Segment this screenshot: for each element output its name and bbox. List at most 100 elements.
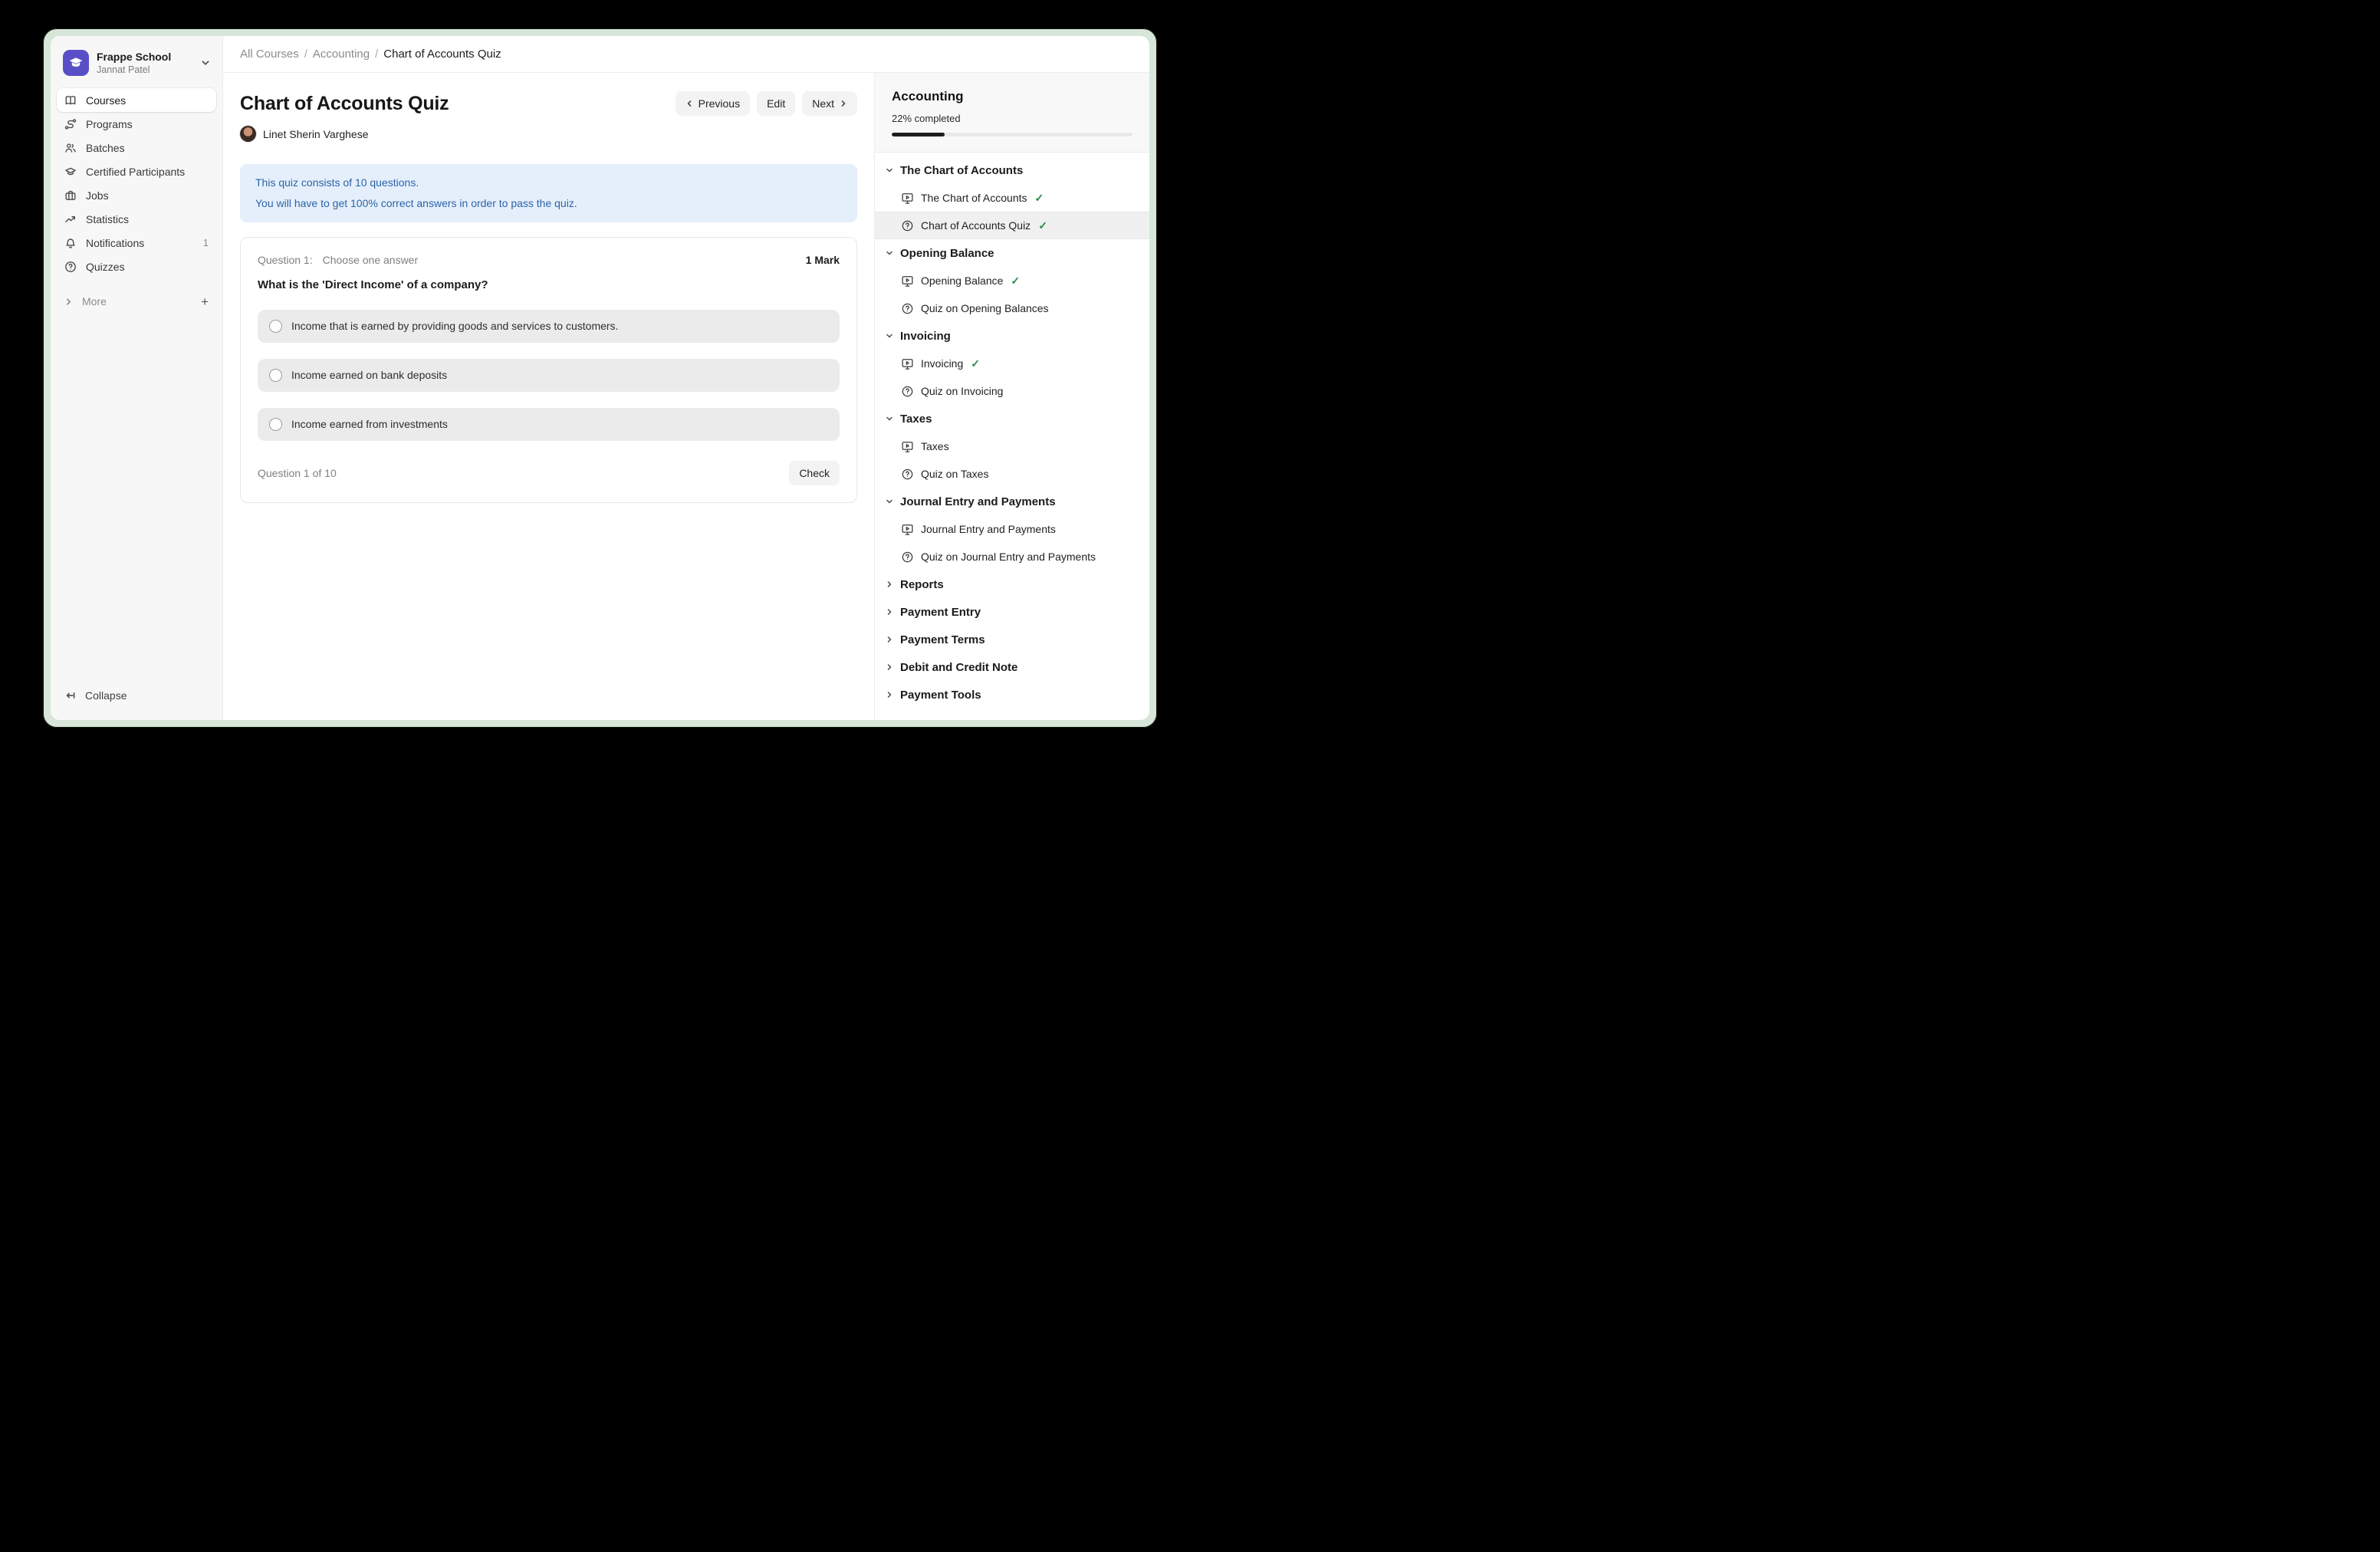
sidebar-item-label: Programs [86,118,133,130]
option-row[interactable]: Income that is earned by providing goods… [258,310,840,343]
sidebar-more[interactable]: More + [57,289,216,314]
option-label: Income that is earned by providing goods… [291,320,618,332]
quiz-notice-banner: This quiz consists of 10 questions. You … [240,164,857,222]
section-label: The Chart of Accounts [900,164,1023,177]
chevron-down-icon [201,58,210,67]
sidebar-item-courses[interactable]: Courses [57,88,216,112]
outline-item-quiz[interactable]: Quiz on Journal Entry and Payments [875,543,1149,570]
outline-item-quiz[interactable]: Quiz on Taxes [875,460,1149,488]
lesson-icon [901,275,914,288]
sidebar-item-batches[interactable]: Batches [57,136,216,159]
outline-item-lesson[interactable]: The Chart of Accounts ✓ [875,184,1149,212]
plus-icon[interactable]: + [201,295,209,308]
users-icon [64,142,77,154]
outline-section-chart-of-accounts[interactable]: The Chart of Accounts [875,156,1149,184]
sidebar-item-notifications[interactable]: Notifications 1 [57,231,216,255]
next-button[interactable]: Next [802,91,857,116]
help-circle-icon [64,261,77,273]
breadcrumb-separator: / [375,48,378,61]
outline-section-payment-entry[interactable]: Payment Entry [875,598,1149,626]
chevron-right-icon [840,100,847,107]
option-row[interactable]: Income earned on bank deposits [258,359,840,392]
quiz-icon [901,302,914,315]
section-label: Payment Terms [900,633,985,646]
breadcrumb-accounting[interactable]: Accounting [313,48,370,61]
notification-count-badge: 1 [203,237,209,248]
lesson-icon [901,192,914,205]
sidebar-item-jobs[interactable]: Jobs [57,183,216,207]
chevron-left-icon [685,100,693,107]
chevron-right-icon [886,663,893,671]
chevron-down-icon [886,332,893,340]
collapse-sidebar-button[interactable]: Collapse [57,683,216,708]
outline-section-taxes[interactable]: Taxes [875,405,1149,432]
course-title: Accounting [892,89,1132,104]
outline-item-quiz[interactable]: Quiz on Invoicing [875,377,1149,405]
avatar [240,126,256,142]
sidebar-item-quizzes[interactable]: Quizzes [57,255,216,278]
check-icon: ✓ [1038,219,1047,232]
breadcrumb-all-courses[interactable]: All Courses [240,48,299,61]
outline-section-payment-terms[interactable]: Payment Terms [875,626,1149,653]
route-icon [64,118,77,130]
outline-item-lesson[interactable]: Taxes [875,432,1149,460]
outline-tree: The Chart of Accounts The Chart of Accou… [875,153,1149,716]
trending-up-icon [64,213,77,225]
edit-button[interactable]: Edit [757,91,795,116]
user-name: Jannat Patel [97,64,193,75]
sidebar-item-label: Batches [86,142,125,154]
next-label: Next [812,97,834,110]
radio-icon[interactable] [269,418,282,431]
outline-section-debit-credit-note[interactable]: Debit and Credit Note [875,653,1149,681]
outline-item-lesson[interactable]: Invoicing ✓ [875,350,1149,377]
question-instruction: Choose one answer [323,254,419,266]
section-label: Journal Entry and Payments [900,495,1056,508]
outline-item-lesson[interactable]: Opening Balance ✓ [875,267,1149,294]
option-row[interactable]: Income earned from investments [258,408,840,441]
outline-section-opening-balance[interactable]: Opening Balance [875,239,1149,267]
outline-item-label: Quiz on Journal Entry and Payments [921,551,1096,563]
option-label: Income earned from investments [291,418,448,430]
outline-section-payment-tools[interactable]: Payment Tools [875,681,1149,709]
outline-section-journal-entry[interactable]: Journal Entry and Payments [875,488,1149,515]
sidebar-item-certified-participants[interactable]: Certified Participants [57,159,216,183]
header-actions: Previous Edit Next [676,91,857,116]
question-footer: Question 1 of 10 Check [258,461,840,485]
question-card: Question 1: Choose one answer 1 Mark Wha… [240,237,857,503]
previous-button[interactable]: Previous [676,91,750,116]
outline-section-invoicing[interactable]: Invoicing [875,322,1149,350]
notice-line-2: You will have to get 100% correct answer… [255,196,842,211]
breadcrumb: All Courses / Accounting / Chart of Acco… [240,48,501,61]
outline-item-label: Opening Balance [921,275,1003,287]
sidebar-item-programs[interactable]: Programs [57,112,216,136]
sidebar-item-label: Notifications [86,237,144,249]
quiz-icon [901,468,914,481]
outline-item-quiz-active[interactable]: Chart of Accounts Quiz ✓ [875,212,1149,239]
outline-item-label: Quiz on Opening Balances [921,302,1049,314]
author-row: Linet Sherin Varghese [240,126,857,142]
outline-item-quiz[interactable]: Quiz on Opening Balances [875,294,1149,322]
workspace-labels: Frappe School Jannat Patel [97,51,193,75]
chevron-down-icon [886,498,893,505]
quiz-icon [901,551,914,564]
outline-item-label: Quiz on Taxes [921,468,988,480]
sidebar-item-statistics[interactable]: Statistics [57,207,216,231]
check-label: Check [799,467,830,479]
radio-icon[interactable] [269,320,282,333]
outline-item-lesson[interactable]: Journal Entry and Payments [875,515,1149,543]
check-button[interactable]: Check [789,461,840,485]
chevron-right-icon [64,298,73,306]
app-frame: Frappe School Jannat Patel Courses Progr… [51,36,1149,720]
outline-section-reports[interactable]: Reports [875,570,1149,598]
quiz-icon [901,385,914,398]
question-header: Question 1: Choose one answer 1 Mark [258,254,840,266]
section-label: Debit and Credit Note [900,661,1017,674]
workspace-switcher[interactable]: Frappe School Jannat Patel [57,47,216,88]
quiz-main-area: Chart of Accounts Quiz Previous Edit Nex… [223,73,874,720]
content-row: Chart of Accounts Quiz Previous Edit Nex… [223,73,1149,720]
author-name: Linet Sherin Varghese [263,128,369,140]
radio-icon[interactable] [269,369,282,382]
section-label: Taxes [900,413,932,426]
options-list: Income that is earned by providing goods… [258,310,840,441]
question-number-label: Question 1: [258,254,313,266]
